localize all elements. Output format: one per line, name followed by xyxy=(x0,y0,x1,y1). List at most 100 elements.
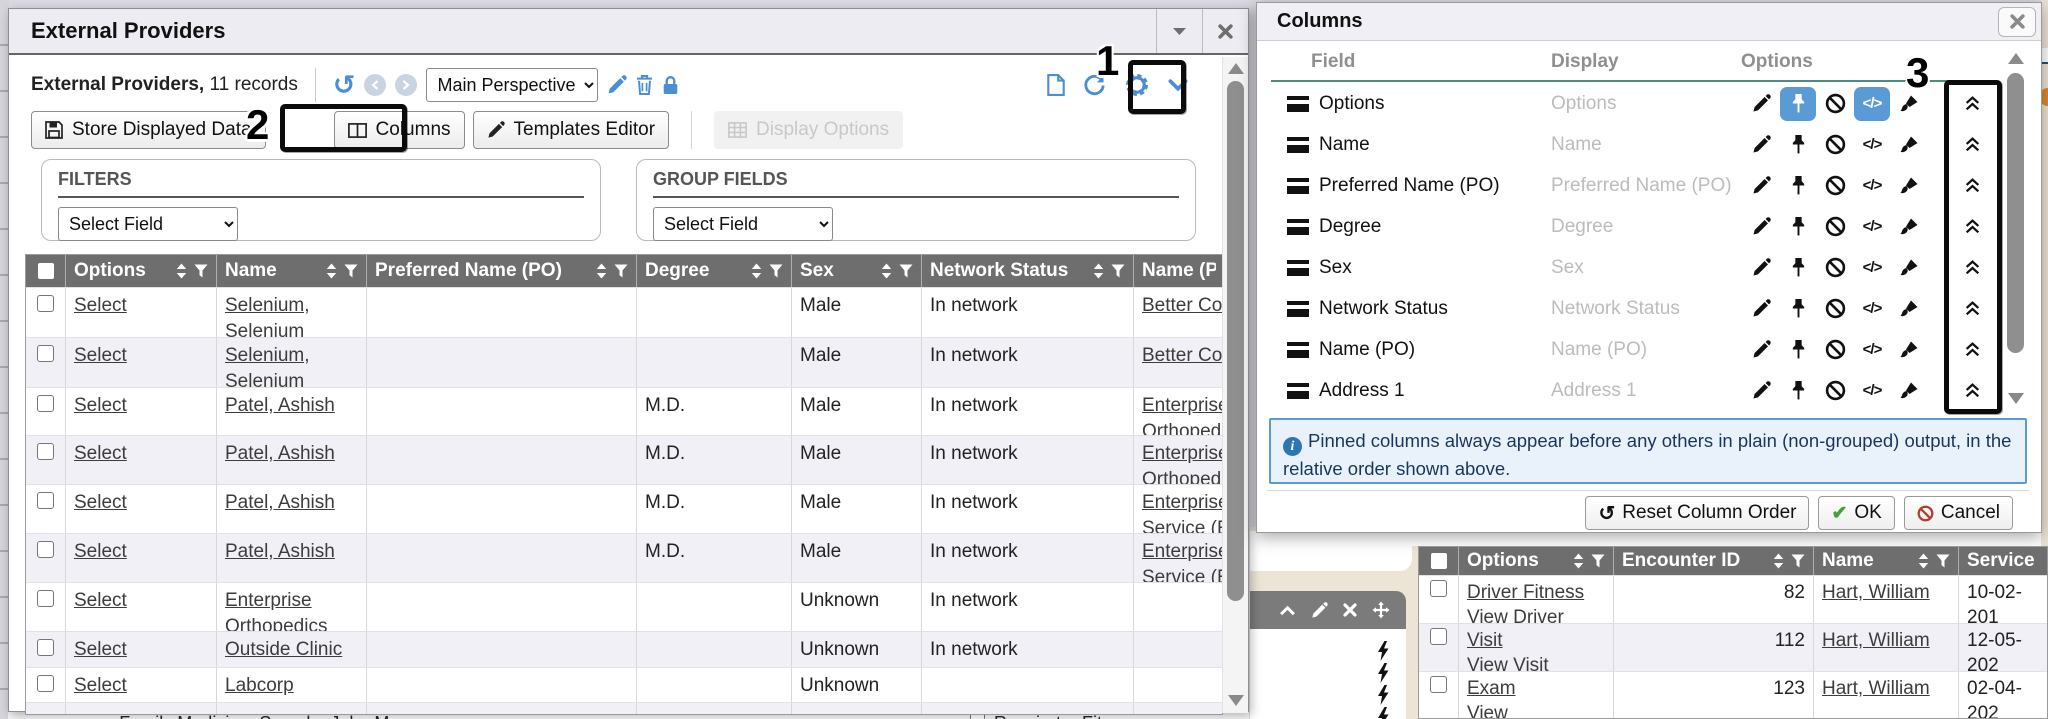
window-close-button[interactable] xyxy=(1202,9,1248,53)
edit-pencil-icon[interactable] xyxy=(1743,169,1779,203)
header-sort-filter-icons[interactable] xyxy=(751,263,783,279)
provider-name-link[interactable]: Patel, Ashish xyxy=(225,492,335,513)
select-link[interactable]: Select xyxy=(74,590,127,611)
drag-handle-icon[interactable] xyxy=(1287,96,1309,112)
code-icon[interactable]: </> xyxy=(1854,292,1890,326)
select-link[interactable]: Select xyxy=(74,675,127,696)
edit-pencil-icon[interactable] xyxy=(1743,87,1779,121)
display-name[interactable]: Sex xyxy=(1551,257,1736,279)
hide-ban-icon[interactable] xyxy=(1817,292,1853,326)
paintbrush-icon[interactable] xyxy=(1891,333,1927,367)
provider-name-link[interactable]: Patel, Ashish xyxy=(225,541,335,562)
header-sort-filter-icons[interactable] xyxy=(1773,553,1805,569)
provider-name-link[interactable]: Selenium, Selenium xyxy=(225,345,310,387)
scroll-down-arrow[interactable] xyxy=(1228,695,1244,706)
column-header[interactable]: Name xyxy=(1814,547,1959,575)
window-scrollbar[interactable] xyxy=(1222,57,1248,713)
provider-name-link[interactable]: Labcorp xyxy=(225,675,294,696)
column-header[interactable]: Network Status xyxy=(922,255,1134,287)
pin-icon[interactable] xyxy=(1780,251,1816,285)
row-checkbox[interactable] xyxy=(1430,676,1447,693)
name-po-link[interactable]: Better Corp xyxy=(1142,345,1222,366)
drag-handle-icon[interactable] xyxy=(1287,219,1309,235)
provider-name-link[interactable]: Patel, Ashish xyxy=(225,395,335,416)
edit-pencil-icon[interactable] xyxy=(1743,251,1779,285)
header-sort-filter-icons[interactable] xyxy=(326,263,358,279)
hide-ban-icon[interactable] xyxy=(1817,251,1853,285)
select-link[interactable]: Select xyxy=(74,639,127,660)
scroll-down-arrow[interactable] xyxy=(2008,393,2024,404)
scrollbar-thumb[interactable] xyxy=(2007,73,2024,353)
ok-button[interactable]: ✔ OK xyxy=(1818,496,1894,530)
move-cross-icon[interactable] xyxy=(1372,601,1390,619)
display-name[interactable]: Options xyxy=(1551,93,1736,115)
reset-column-order-button[interactable]: ↺ Reset Column Order xyxy=(1585,496,1809,530)
column-header[interactable]: Encounter ID xyxy=(1614,547,1814,575)
provider-name-link[interactable]: Selenium, Selenium xyxy=(225,295,310,337)
code-icon[interactable]: </> xyxy=(1854,251,1890,285)
column-header[interactable]: Sex xyxy=(792,255,922,287)
row-checkbox[interactable] xyxy=(37,295,54,312)
edit-perspective-pencil-icon[interactable] xyxy=(607,75,627,95)
prev-arrow-icon[interactable] xyxy=(364,74,386,96)
display-name[interactable]: Address 1 xyxy=(1551,380,1736,402)
row-checkbox[interactable] xyxy=(37,675,54,692)
name-po-link[interactable]: Enterprise D xyxy=(1142,492,1222,513)
encounter-primary-link[interactable]: Visit xyxy=(1467,630,1503,651)
encounter-primary-link[interactable]: Exam xyxy=(1467,678,1516,699)
hide-ban-icon[interactable] xyxy=(1817,87,1853,121)
row-checkbox[interactable] xyxy=(37,590,54,607)
select-link[interactable]: Select xyxy=(74,492,127,513)
name-po-link[interactable]: Better Corp xyxy=(1142,295,1222,316)
paintbrush-icon[interactable] xyxy=(1891,292,1927,326)
group-fields-select[interactable]: Select Field xyxy=(653,207,833,241)
provider-name-link[interactable]: Patel, Ashish xyxy=(225,443,335,464)
header-sort-filter-icons[interactable] xyxy=(881,263,913,279)
name-po-link[interactable]: Enterprise xyxy=(1142,395,1222,416)
select-link[interactable]: Select xyxy=(74,345,127,366)
name-po-link[interactable]: Orthopedics xyxy=(1142,469,1222,484)
store-displayed-data-button[interactable]: Store Displayed Data xyxy=(31,111,266,149)
select-all-header[interactable] xyxy=(26,255,66,287)
lock-perspective-icon[interactable] xyxy=(662,75,679,95)
select-link[interactable]: Select xyxy=(74,541,127,562)
select-link[interactable]: Select xyxy=(74,295,127,316)
code-icon[interactable]: </> xyxy=(1854,87,1890,121)
header-sort-filter-icons[interactable] xyxy=(1573,553,1605,569)
row-checkbox[interactable] xyxy=(37,443,54,460)
drag-handle-icon[interactable] xyxy=(1287,178,1309,194)
scroll-up-arrow[interactable] xyxy=(2008,53,2024,64)
delete-x-icon[interactable] xyxy=(1343,603,1357,617)
name-po-link[interactable]: Enterprise D xyxy=(1142,541,1222,562)
select-all-checkbox[interactable] xyxy=(1431,553,1447,569)
edit-pencil-icon[interactable] xyxy=(1743,292,1779,326)
column-header[interactable]: Options xyxy=(1459,547,1614,575)
display-name[interactable]: Name (PO) xyxy=(1551,339,1736,361)
row-checkbox[interactable] xyxy=(37,345,54,362)
display-name[interactable]: Network Status xyxy=(1551,298,1736,320)
provider-name-link[interactable]: Outside Clinic xyxy=(225,639,342,660)
perspective-select[interactable]: Main Perspective xyxy=(426,68,598,102)
edit-pencil-icon[interactable] xyxy=(1743,210,1779,244)
header-sort-filter-icons[interactable] xyxy=(1093,263,1125,279)
hide-ban-icon[interactable] xyxy=(1817,210,1853,244)
column-header[interactable]: Options xyxy=(66,255,217,287)
hide-ban-icon[interactable] xyxy=(1817,169,1853,203)
display-name[interactable]: Preferred Name (PO) xyxy=(1551,175,1736,197)
drag-handle-icon[interactable] xyxy=(1287,383,1309,399)
paintbrush-icon[interactable] xyxy=(1891,374,1927,408)
templates-editor-button[interactable]: Templates Editor xyxy=(473,111,670,149)
edit-pencil-icon[interactable] xyxy=(1311,602,1328,619)
row-checkbox[interactable] xyxy=(37,541,54,558)
scroll-up-arrow[interactable] xyxy=(1228,63,1244,74)
name-po-link[interactable]: Service (ED xyxy=(1142,567,1222,582)
code-icon[interactable]: </> xyxy=(1854,169,1890,203)
encounter-secondary-link[interactable]: View Driver Fitness xyxy=(1467,607,1564,623)
dialog-scrollbar[interactable] xyxy=(2003,45,2029,413)
name-po-link[interactable]: Enterprise xyxy=(1142,443,1222,464)
patient-name-link[interactable]: Hart, William xyxy=(1822,582,1930,603)
paintbrush-icon[interactable] xyxy=(1891,128,1927,162)
column-header[interactable]: Name xyxy=(217,255,367,287)
drag-handle-icon[interactable] xyxy=(1287,137,1309,153)
patient-name-link[interactable]: Hart, William xyxy=(1822,630,1930,651)
